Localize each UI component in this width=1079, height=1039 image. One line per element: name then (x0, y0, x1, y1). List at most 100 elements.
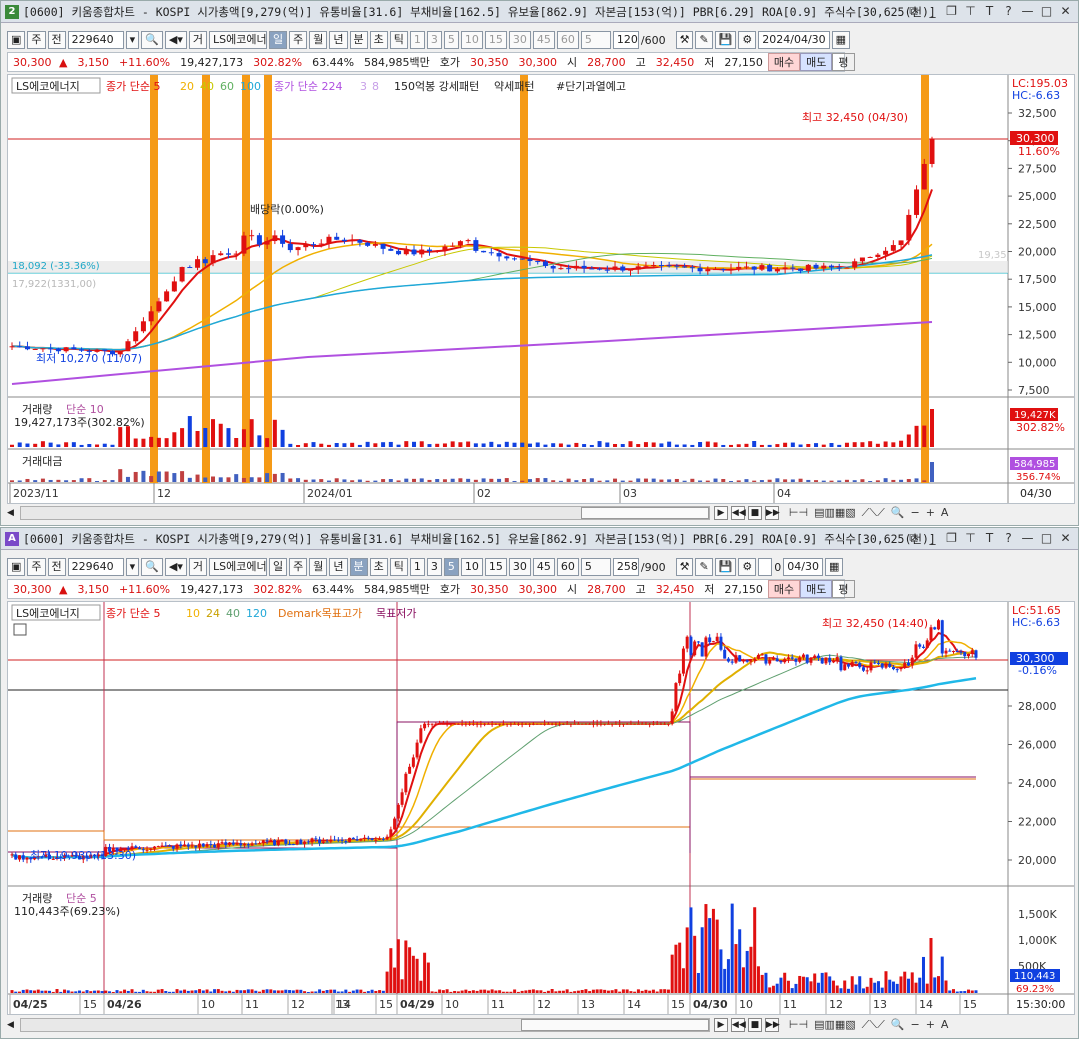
interval-10[interactable]: 10 (460, 31, 483, 49)
interval-5[interactable]: 5 (443, 31, 459, 49)
interval-1[interactable]: 1 (409, 31, 425, 49)
play-icon[interactable]: ▶ (713, 1018, 728, 1032)
minimize-icon[interactable]: _ (926, 4, 939, 19)
flat-button[interactable]: 평 (832, 53, 855, 71)
step-fwd-icon[interactable]: ▶▶ (764, 506, 780, 520)
code-dropdown-icon[interactable]: ▾ (125, 558, 140, 576)
stock-name-field[interactable]: LS에코에너지 (209, 31, 267, 49)
layout-icon[interactable]: ▣ (7, 31, 26, 49)
buy-button[interactable]: 매수 (767, 53, 801, 71)
interval-10[interactable]: 10 (460, 558, 483, 576)
search-icon[interactable]: 🔍 (141, 558, 163, 576)
indicator-icon[interactable]: ⚒ (675, 558, 694, 576)
bottom-chart-area[interactable]: 28,000 26,000 24,000 22,000 20,000 1,500K 1,00… (7, 601, 1075, 1015)
unit-day[interactable]: 일 (269, 31, 288, 49)
minus-icon[interactable]: − (910, 1018, 919, 1032)
unit-week[interactable]: 주 (289, 558, 308, 576)
link-icon[interactable]: ⧉ (907, 531, 920, 546)
sell-button[interactable]: 매도 (800, 580, 833, 598)
draw-icon[interactable]: ✎ (695, 558, 713, 576)
unit-minute[interactable]: 분 (349, 558, 368, 576)
save-icon[interactable]: 💾 (714, 558, 737, 576)
prev-button[interactable]: 전 (47, 558, 66, 576)
interval-30[interactable]: 30 (508, 558, 531, 576)
font-icon[interactable]: T (983, 4, 996, 19)
interval-45[interactable]: 45 (532, 31, 555, 49)
date-input[interactable]: 2024/04/30 (758, 31, 830, 49)
zoom-icon[interactable]: 🔍 (891, 1018, 905, 1032)
layout-tools-icon[interactable]: ▤▥▦▧ (814, 1018, 856, 1032)
draw-tools-icon[interactable]: ⟋⟍⟋ (862, 1018, 885, 1032)
calendar-icon[interactable]: ▦ (824, 558, 844, 576)
speaker-icon[interactable]: ◀▾ (164, 31, 187, 49)
step-fwd-icon[interactable]: ▶▶ (764, 1018, 780, 1032)
min-window-icon[interactable]: — (1021, 4, 1034, 19)
checkbox[interactable] (758, 558, 773, 576)
minimize-icon[interactable]: _ (926, 531, 939, 546)
help-icon[interactable]: ? (1002, 531, 1015, 546)
font-icon[interactable]: T (983, 531, 996, 546)
font-size-icon[interactable]: A (941, 1018, 949, 1032)
font-size-icon[interactable]: A (941, 506, 949, 520)
top-chart-area[interactable]: 32,50030,00027,50025,00022,50020,00017,5… (7, 74, 1075, 504)
pin-icon[interactable]: ⊤ (964, 4, 977, 19)
step-back-icon[interactable]: ◀◀ (730, 506, 746, 520)
unit-month[interactable]: 월 (309, 558, 328, 576)
play-icon[interactable]: ▶ (713, 506, 728, 520)
scroll-thumb[interactable] (580, 507, 709, 519)
interval-15[interactable]: 15 (484, 31, 507, 49)
search-icon[interactable]: 🔍 (141, 31, 163, 49)
restore-icon[interactable]: ❐ (945, 4, 958, 19)
unit-tick[interactable]: 틱 (389, 31, 408, 49)
unit-minute[interactable]: 분 (349, 31, 368, 49)
slider-icon[interactable]: ⊢⊣ (789, 1018, 808, 1032)
calendar-icon[interactable]: ▦ (831, 31, 851, 49)
interval-45[interactable]: 45 (532, 558, 555, 576)
plus-icon[interactable]: + (926, 1018, 935, 1032)
count-select[interactable]: 5 (580, 31, 611, 49)
scroll-left-icon[interactable]: ◀ (7, 1020, 14, 1030)
bottom-title-bar[interactable]: A [0600] 키움종합차트 - KOSPI 시가총액[9,279(억)] 유… (1, 528, 1078, 550)
flat-button[interactable]: 평 (832, 580, 855, 598)
save-icon[interactable]: 💾 (714, 31, 737, 49)
count-input[interactable]: 258 (612, 558, 639, 576)
bottom-chart-svg[interactable]: 28,000 26,000 24,000 22,000 20,000 1,500K 1,00… (8, 602, 1074, 1014)
top-scrollbar[interactable] (19, 506, 710, 520)
interval-30[interactable]: 30 (508, 31, 531, 49)
close-icon[interactable]: ✕ (1059, 531, 1072, 546)
scroll-thumb[interactable] (520, 1019, 709, 1031)
scroll-left-icon[interactable]: ◀ (7, 508, 14, 518)
plus-icon[interactable]: + (926, 506, 935, 520)
code-dropdown-icon[interactable]: ▾ (125, 31, 140, 49)
interval-3[interactable]: 3 (426, 31, 442, 49)
period-select[interactable]: 주 (27, 31, 46, 49)
help-icon[interactable]: ? (1002, 4, 1015, 19)
stop-icon[interactable]: ■ (747, 506, 762, 520)
unit-year[interactable]: 년 (329, 31, 348, 49)
interval-60[interactable]: 60 (556, 558, 579, 576)
min-window-icon[interactable]: — (1021, 531, 1034, 546)
top-title-bar[interactable]: 2 [0600] 키움종합차트 - KOSPI 시가총액[9,279(억)] 유… (1, 1, 1078, 23)
unit-week[interactable]: 주 (289, 31, 308, 49)
stop-icon[interactable]: ■ (747, 1018, 762, 1032)
sell-button[interactable]: 매도 (800, 53, 833, 71)
bottom-scrollbar[interactable] (19, 1018, 710, 1032)
unit-day[interactable]: 일 (269, 558, 288, 576)
max-window-icon[interactable]: □ (1040, 531, 1053, 546)
unit-year[interactable]: 년 (329, 558, 348, 576)
close-icon[interactable]: ✕ (1059, 4, 1072, 19)
max-window-icon[interactable]: □ (1040, 4, 1053, 19)
interval-3[interactable]: 3 (426, 558, 442, 576)
interval-5[interactable]: 5 (443, 558, 459, 576)
unit-tick[interactable]: 틱 (389, 558, 408, 576)
speaker-icon[interactable]: ◀▾ (164, 558, 187, 576)
stock-name-field[interactable]: LS에코에너지 (209, 558, 267, 576)
slider-icon[interactable]: ⊢⊣ (789, 506, 808, 520)
pin-icon[interactable]: ⊤ (964, 531, 977, 546)
layout-icon[interactable]: ▣ (7, 558, 26, 576)
link-icon[interactable]: ⧉ (907, 4, 920, 19)
minus-icon[interactable]: − (910, 506, 919, 520)
count-input[interactable]: 120 (612, 31, 639, 49)
gear-icon[interactable]: ⚙ (738, 558, 757, 576)
step-back-icon[interactable]: ◀◀ (730, 1018, 746, 1032)
